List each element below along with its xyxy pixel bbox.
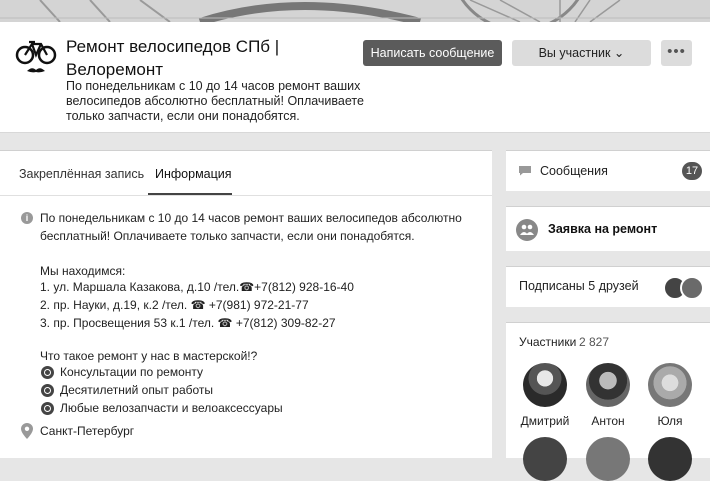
feature-item: Десятилетний опыт работы <box>60 383 214 397</box>
send-message-button[interactable]: Написать сообщение <box>363 40 502 66</box>
avatar[interactable] <box>648 437 692 481</box>
avatar[interactable] <box>586 363 630 407</box>
member-name: Дмитрий <box>520 414 570 428</box>
tab-bar: Закреплённая запись Информация <box>0 151 492 196</box>
location-pin-icon <box>21 423 33 439</box>
repair-request-card[interactable]: Заявка на ремонт <box>506 206 710 251</box>
info-description-line-1: По понедельникам с 10 до 14 часов ремонт… <box>40 211 462 225</box>
address-3: 3. пр. Просвещения 53 к.1 /тел. ☎ +7(812… <box>40 316 336 330</box>
avatar[interactable] <box>586 437 630 481</box>
group-header: Ремонт велосипедов СПб | Велоремонт По п… <box>0 22 710 133</box>
members-label[interactable]: Участники <box>519 335 576 349</box>
friend-avatar[interactable] <box>680 276 704 300</box>
city-link[interactable]: Санкт-Петербург <box>40 424 134 438</box>
page-title: Ремонт велосипедов СПб | Велоремонт <box>66 37 280 79</box>
membership-dropdown-button[interactable]: Вы участник ⌄ <box>512 40 651 66</box>
info-description-line-2: бесплатный! Оплачиваете только запчасти,… <box>40 229 415 243</box>
friends-subscribed-card[interactable]: Подписаны 5 друзей <box>506 266 710 307</box>
chat-bubble-icon <box>519 166 531 176</box>
workshop-question: Что такое ремонт у нас в мастерской!? <box>40 349 258 363</box>
address-1: 1. ул. Маршала Казакова, д.10 /тел.☎+7(8… <box>40 280 354 294</box>
feature-item: Консультации по ремонту <box>60 365 204 379</box>
messages-card[interactable]: Сообщения 17 <box>506 150 710 191</box>
group-status: По понедельникам с 10 до 14 часов ремонт… <box>66 79 364 123</box>
feature-item: Любые велозапчасти и велоаксессуары <box>60 401 283 415</box>
address-2: 2. пр. Науки, д.19, к.2 /тел. ☎ +7(981) … <box>40 298 309 312</box>
active-tab-indicator <box>148 193 232 195</box>
messages-label: Сообщения <box>540 164 608 178</box>
members-count: 2 827 <box>579 335 610 349</box>
member-name: Антон <box>591 414 625 428</box>
repair-request-label: Заявка на ремонт <box>548 222 658 236</box>
avatar[interactable] <box>523 437 567 481</box>
locations-heading: Мы находимся: <box>40 264 126 278</box>
member-name: Юля <box>657 414 683 428</box>
tab-information[interactable]: Информация <box>155 167 232 181</box>
more-options-button[interactable]: ••• <box>661 40 692 66</box>
info-icon: i <box>21 212 33 224</box>
member-item[interactable]: Антон <box>578 363 638 428</box>
target-icon <box>41 384 54 397</box>
bicycle-logo-icon[interactable] <box>15 37 57 79</box>
target-icon <box>41 366 54 379</box>
main-content-card: Закреплённая запись Информация i По поне… <box>0 150 492 458</box>
friends-subscribed-label: Подписаны 5 друзей <box>519 279 639 293</box>
target-icon <box>41 402 54 415</box>
cover-image <box>0 0 710 22</box>
avatar[interactable] <box>648 363 692 407</box>
messages-count-badge: 17 <box>682 162 702 180</box>
people-icon <box>516 219 538 241</box>
member-item[interactable]: Дмитрий <box>515 363 575 428</box>
avatar[interactable] <box>523 363 567 407</box>
members-card: Участники 2 827 Дмитрий Антон Юля <box>506 322 710 481</box>
member-item[interactable]: Юля <box>640 363 700 428</box>
tab-pinned-post[interactable]: Закреплённая запись <box>19 167 144 181</box>
